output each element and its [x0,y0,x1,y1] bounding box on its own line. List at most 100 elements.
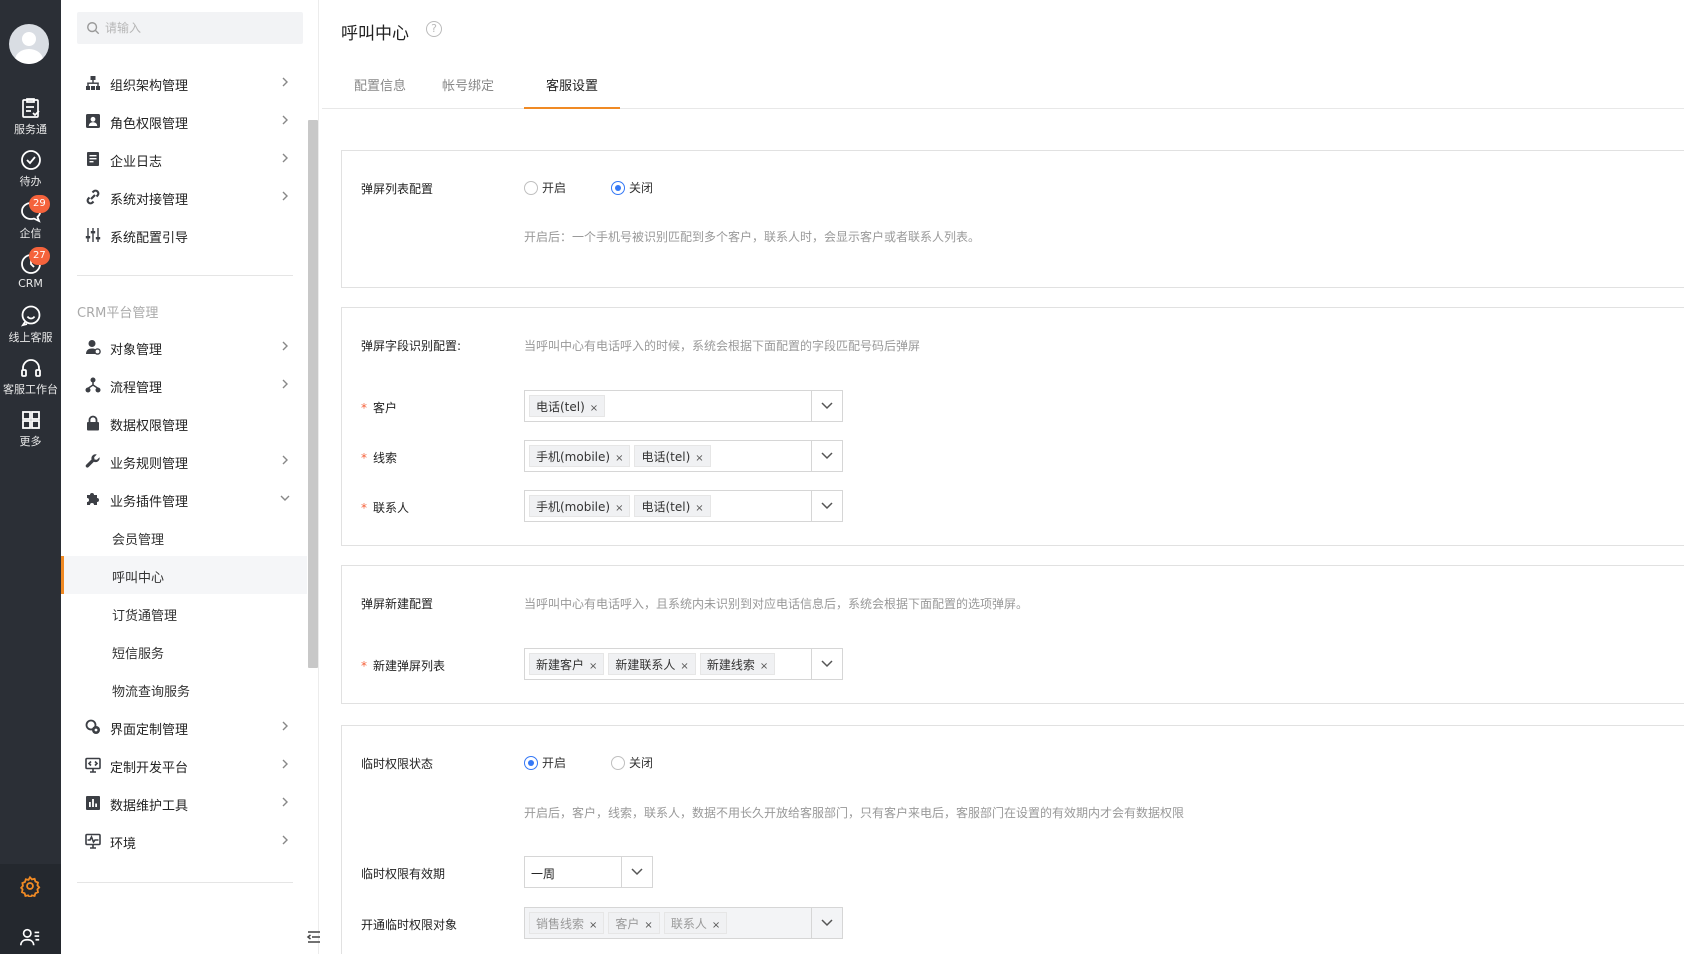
sidebar-scrollbar[interactable] [308,120,318,668]
required-mark: * [361,501,367,515]
rail-item-fuwutong[interactable]: 服务通 [0,90,61,142]
link-icon [86,189,100,205]
rail-item-qixin[interactable]: 29 企信 [0,194,61,246]
tag: 电话(tel) × [634,445,711,467]
rail-item-crm[interactable]: 27 CRM [0,246,61,298]
sidebar-subitem-call-center[interactable]: 呼叫中心 [61,556,307,594]
avatar[interactable] [9,24,49,64]
tag-remove-icon[interactable]: × [615,503,623,514]
rail-item-online-service[interactable]: 线上客服 [0,298,61,350]
customer-field-select[interactable]: 电话(tel) × [524,390,843,422]
sidebar-item-integration[interactable]: 系统对接管理 [61,178,307,216]
lead-field-select[interactable]: 手机(mobile) × 电话(tel) × [524,440,843,472]
tag-remove-icon[interactable]: × [589,661,597,672]
tag-remove-icon[interactable]: × [590,403,598,414]
tab-account-binding[interactable]: 帐号绑定 [438,75,498,109]
temp-perm-validity-select[interactable]: 一周 [524,856,653,888]
sidebar-item-flows[interactable]: 流程管理 [61,366,307,404]
sidebar-subitem-members[interactable]: 会员管理 [61,518,307,556]
tag-remove-icon[interactable]: × [644,920,652,931]
temp-perm-radio-on[interactable]: 开启 [524,754,566,771]
tab-config-info[interactable]: 配置信息 [350,75,410,109]
tag-remove-icon[interactable]: × [695,453,703,464]
sidebar-item-logs[interactable]: 企业日志 [61,140,307,178]
contact-field-select[interactable]: 手机(mobile) × 电话(tel) × [524,490,843,522]
section-temp-permission: 临时权限状态 开启 关闭 开启后，客户，线索，联系人，数据不用长久开放给客服部门… [341,725,1684,954]
rail-label: CRM [18,277,43,290]
chevron-right-icon [282,379,288,389]
customize-icon [85,719,100,734]
sidebar-subitem-label: 呼叫中心 [112,571,165,586]
sidebar-item-ui-custom[interactable]: 界面定制管理 [61,708,307,746]
sidebar-item-org[interactable]: 组织架构管理 [61,64,307,102]
tag-remove-icon[interactable]: × [712,920,720,931]
temp-perm-objects-select[interactable]: 销售线索 × 客户 × 联系人 × [524,907,843,939]
sidebar-subitem-ordering[interactable]: 订货通管理 [61,594,307,632]
tag-list: 新建客户 × 新建联系人 × 新建线索 × [529,653,779,675]
sidebar-divider [77,275,293,276]
rail-item-todo[interactable]: 待办 [0,142,61,194]
group-title-crm: CRM平台管理 [77,306,159,321]
sidebar-item-objects[interactable]: 对象管理 [61,328,307,366]
tag-label: 销售线索 [536,917,585,931]
tab-bar: 配置信息 帐号绑定 客服设置 [322,64,1684,109]
sidebar-item-data-permissions[interactable]: 数据权限管理 [61,404,307,442]
user-list-icon[interactable] [19,926,41,948]
popup-list-radio-off[interactable]: 关闭 [611,179,653,196]
sidebar-item-environment[interactable]: 环境 [61,822,307,860]
tag-remove-icon[interactable]: × [680,661,688,672]
new-popup-list-select[interactable]: 新建客户 × 新建联系人 × 新建线索 × [524,648,843,680]
tag-remove-icon[interactable]: × [695,503,703,514]
chevron-right-icon [282,77,288,87]
unread-badge: 29 [29,195,50,213]
tag-list: 手机(mobile) × 电话(tel) × [529,445,715,467]
dropdown-toggle[interactable] [811,649,842,679]
tag-label: 手机(mobile) [536,500,611,514]
sidebar-item-roles[interactable]: 角色权限管理 [61,102,307,140]
sidebar-item-business-rules[interactable]: 业务规则管理 [61,442,307,480]
radio-label: 关闭 [629,756,654,770]
field-row-label: * 联系人 [361,499,409,516]
tag-list: 电话(tel) × [529,395,609,417]
dropdown-toggle[interactable] [811,908,842,938]
popup-list-hint: 开启后：一个手机号被识别匹配到多个客户，联系人时，会显示客户或者联系人列表。 [524,230,981,244]
gear-icon[interactable] [19,875,41,897]
temp-perm-radio-off[interactable]: 关闭 [611,754,653,771]
rail-item-service-desk[interactable]: 客服工作台 [0,350,61,402]
dropdown-toggle[interactable] [621,857,652,887]
sidebar-item-dev-platform[interactable]: 定制开发平台 [61,746,307,784]
tab-service-settings[interactable]: 客服设置 [524,75,620,109]
popup-list-radio-on[interactable]: 开启 [524,179,566,196]
rail-item-more[interactable]: 更多 [0,402,61,454]
sidebar-item-label: 组织架构管理 [110,79,189,94]
tag-remove-icon[interactable]: × [589,920,597,931]
section-new-config: 弹屏新建配置 当呼叫中心有电话呼入，且系统内未识别到对应电话信息后，系统会根据下… [341,565,1684,704]
sidebar-item-label: 界面定制管理 [110,723,189,738]
tag-remove-icon[interactable]: × [615,453,623,464]
dropdown-toggle[interactable] [811,441,842,471]
sidebar-item-plugins[interactable]: 业务插件管理 [61,480,307,518]
collapse-sidebar-icon[interactable] [306,929,322,945]
headset-icon [20,359,41,377]
lock-icon [87,415,99,431]
tag-remove-icon[interactable]: × [760,661,768,672]
sidebar-item-label: 数据权限管理 [110,419,189,434]
chevron-down-icon [821,452,833,460]
check-circle-icon [20,150,41,170]
sidebar-item-data-tools[interactable]: 数据维护工具 [61,784,307,822]
grid-icon [21,411,40,429]
help-icon[interactable]: ? [426,21,442,37]
sidebar-item-label: 角色权限管理 [110,117,189,132]
sidebar-search [77,12,303,44]
sidebar-item-config-guide[interactable]: 系统配置引导 [61,216,307,254]
dropdown-toggle[interactable] [811,391,842,421]
search-input[interactable] [105,12,295,44]
pulse-icon [85,833,101,849]
puzzle-icon [87,493,99,505]
sidebar-subitem-sms[interactable]: 短信服务 [61,632,307,670]
field-row-label: * 客户 [361,399,397,416]
tag-label: 新建线索 [706,658,755,672]
dropdown-toggle[interactable] [811,491,842,521]
sidebar-subitem-logistics[interactable]: 物流查询服务 [61,670,307,708]
main-content: 呼叫中心 ? 配置信息 帐号绑定 客服设置 弹屏列表配置 开启 关闭 开启后：一… [322,0,1684,954]
